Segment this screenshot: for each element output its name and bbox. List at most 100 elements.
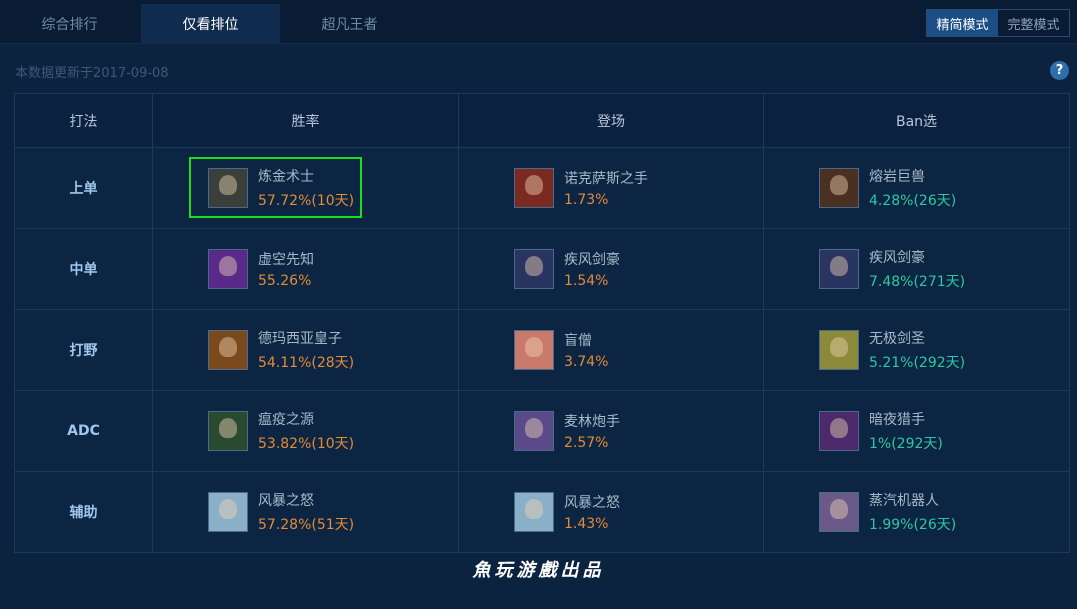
hero-stat: 1%(292天) [869,436,943,452]
hero-entry[interactable]: 暗夜猎手 1%(292天) [764,409,1069,453]
help-icon[interactable]: ? [1050,61,1069,80]
ranking-table: 打法 胜率 登场 Ban选 上单 炼金术士 57.72%(10天) 诺克萨斯之手 1.7… [14,93,1070,553]
hero-text: 无极剑圣 5.21%(292天) [869,328,965,372]
win-cell: 瘟疫之源 53.82%(10天) [152,390,459,472]
hero-name[interactable]: 暗夜猎手 [869,409,943,429]
hero-name[interactable]: 蒸汽机器人 [869,490,956,510]
header-pickrate: 登场 [458,93,764,148]
hero-text: 炼金术士 57.72%(10天) [258,166,354,210]
hero-avatar[interactable] [208,411,248,451]
hero-avatar[interactable] [819,492,859,532]
full-mode-button[interactable]: 完整模式 [998,10,1069,36]
hero-name[interactable]: 炼金术士 [258,166,354,186]
hero-avatar[interactable] [208,168,248,208]
hero-entry[interactable]: 麦林炮手 2.57% [459,411,763,451]
hero-text: 德玛西亚皇子 54.11%(28天) [258,328,354,372]
hero-text: 诺克萨斯之手 1.73% [564,168,648,208]
win-cell: 虚空先知 55.26% [152,228,459,310]
hero-name[interactable]: 诺克萨斯之手 [564,168,648,188]
header-winrate: 胜率 [152,93,459,148]
simple-mode-button[interactable]: 精简模式 [927,10,998,36]
hero-entry[interactable]: 疾风剑豪 7.48%(271天) [764,247,1069,291]
table-row: 辅助 风暴之怒 57.28%(51天) 风暴之怒 1.43% 蒸汽机器人 1.99%(26天… [14,471,1070,553]
hero-avatar[interactable] [208,249,248,289]
table-row: 中单 虚空先知 55.26% 疾风剑豪 1.54% 疾风剑豪 7.48%(271天) [14,228,1070,310]
hero-stat: 1.99%(26天) [869,517,957,533]
hero-stat: 1.73% [564,192,609,208]
hero-name[interactable]: 风暴之怒 [564,492,620,512]
hero-avatar[interactable] [514,411,554,451]
pick-cell: 风暴之怒 1.43% [458,471,764,553]
hero-text: 熔岩巨兽 4.28%(26天) [869,166,956,210]
hero-stat: 53.82%(10天) [258,436,355,452]
hero-text: 风暴之怒 1.43% [564,492,620,532]
hero-entry[interactable]: 熔岩巨兽 4.28%(26天) [764,166,1069,210]
hero-avatar[interactable] [819,411,859,451]
hero-entry[interactable]: 无极剑圣 5.21%(292天) [764,328,1069,372]
hero-entry[interactable]: 虚空先知 55.26% [153,249,458,289]
hero-entry[interactable]: 疾风剑豪 1.54% [459,249,763,289]
lane-label: ADC [14,390,153,472]
hero-stat: 54.11%(28天) [258,355,355,371]
hero-stat: 2.57% [564,435,609,451]
hero-name[interactable]: 风暴之怒 [258,490,354,510]
ban-cell: 无极剑圣 5.21%(292天) [763,309,1070,391]
hero-avatar[interactable] [819,168,859,208]
table-row: ADC 瘟疫之源 53.82%(10天) 麦林炮手 2.57% 暗夜猎手 1%(292天) [14,390,1070,472]
pick-cell: 疾风剑豪 1.54% [458,228,764,310]
hero-avatar[interactable] [514,249,554,289]
hero-entry[interactable]: 盲僧 3.74% [459,330,763,370]
pick-cell: 盲僧 3.74% [458,309,764,391]
hero-name[interactable]: 无极剑圣 [869,328,965,348]
hero-entry[interactable]: 德玛西亚皇子 54.11%(28天) [153,328,458,372]
hero-entry[interactable]: 蒸汽机器人 1.99%(26天) [764,490,1069,534]
hero-entry[interactable]: 风暴之怒 1.43% [459,492,763,532]
tab-overall-ranking[interactable]: 综合排行 [0,4,139,44]
table-header-row: 打法 胜率 登场 Ban选 [14,93,1070,148]
table-row: 打野 德玛西亚皇子 54.11%(28天) 盲僧 3.74% 无极剑圣 5.21%(292天… [14,309,1070,391]
hero-text: 疾风剑豪 1.54% [564,249,620,289]
hero-stat: 3.74% [564,354,609,370]
hero-name[interactable]: 疾风剑豪 [869,247,965,267]
hero-avatar[interactable] [819,330,859,370]
tab-ranked-only[interactable]: 仅看排位 [141,4,280,44]
hero-name[interactable]: 熔岩巨兽 [869,166,956,186]
hero-name[interactable]: 虚空先知 [258,249,314,269]
hero-name[interactable]: 盲僧 [564,330,608,350]
hero-avatar[interactable] [514,492,554,532]
lane-label: 中单 [14,228,153,310]
hero-name[interactable]: 麦林炮手 [564,411,620,431]
hero-avatar[interactable] [208,492,248,532]
hero-name[interactable]: 瘟疫之源 [258,409,354,429]
hero-avatar[interactable] [514,330,554,370]
hero-avatar[interactable] [208,330,248,370]
hero-stat: 4.28%(26天) [869,193,957,209]
win-cell: 风暴之怒 57.28%(51天) [152,471,459,553]
hero-text: 蒸汽机器人 1.99%(26天) [869,490,956,534]
header-lane: 打法 [14,93,153,148]
hero-text: 虚空先知 55.26% [258,249,314,289]
hero-name[interactable]: 德玛西亚皇子 [258,328,354,348]
hero-text: 盲僧 3.74% [564,330,608,370]
hero-stat: 1.43% [564,516,609,532]
hero-entry[interactable]: 诺克萨斯之手 1.73% [459,168,763,208]
hero-entry[interactable]: 瘟疫之源 53.82%(10天) [153,409,458,453]
ban-cell: 暗夜猎手 1%(292天) [763,390,1070,472]
ban-cell: 蒸汽机器人 1.99%(26天) [763,471,1070,553]
lane-label: 打野 [14,309,153,391]
hero-entry[interactable]: 风暴之怒 57.28%(51天) [153,490,458,534]
hero-avatar[interactable] [514,168,554,208]
hero-text: 暗夜猎手 1%(292天) [869,409,943,453]
hero-stat: 57.28%(51天) [258,517,355,533]
hero-entry[interactable]: 炼金术士 57.72%(10天) [153,166,458,210]
hero-stat: 55.26% [258,273,312,289]
table-row: 上单 炼金术士 57.72%(10天) 诺克萨斯之手 1.73% 熔岩巨兽 4.28%(26… [14,147,1070,229]
hero-name[interactable]: 疾风剑豪 [564,249,620,269]
tab-challenger[interactable]: 超凡王者 [280,4,419,44]
update-date-text: 本数据更新于2017-09-08 [15,66,169,81]
hero-text: 瘟疫之源 53.82%(10天) [258,409,354,453]
hero-avatar[interactable] [819,249,859,289]
pick-cell: 麦林炮手 2.57% [458,390,764,472]
hero-text: 麦林炮手 2.57% [564,411,620,451]
win-cell: 炼金术士 57.72%(10天) [152,147,459,229]
